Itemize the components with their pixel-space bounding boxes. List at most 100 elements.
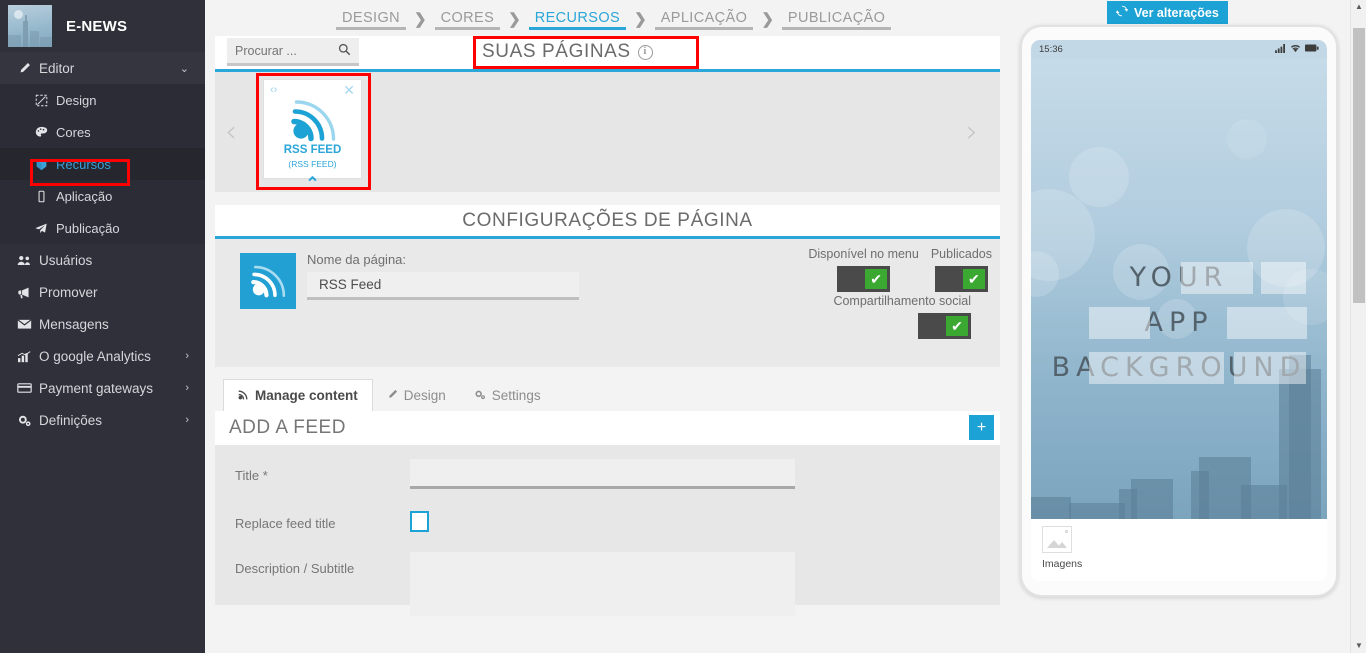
battery-icon (1305, 44, 1319, 55)
sidebar-item-cores[interactable]: Cores (0, 116, 205, 148)
config-panel: CONFIGURAÇÕES DE PÁGINA Nome da página: (215, 205, 1000, 367)
brand-name: E-NEWS (66, 17, 128, 35)
sidebar-item-label: O google Analytics (39, 348, 151, 364)
content-tabs: Manage content Design Settings (223, 379, 1010, 411)
magnifier-icon[interactable] (338, 43, 351, 59)
scrollbar-thumb[interactable] (1353, 28, 1365, 303)
tray-item-label: Imagens (1042, 558, 1083, 570)
title-input[interactable] (410, 459, 795, 489)
envelope-icon (13, 318, 35, 330)
tab-label: Design (403, 387, 446, 403)
breadcrumb: DESIGN ❯ CORES ❯ RECURSOS ❯ APLICAÇÃO ❯ … (205, 0, 1010, 36)
breadcrumb-separator: ❯ (508, 11, 521, 28)
mobile-icon (30, 190, 52, 203)
page-title: SUAS PÁGINAS (482, 41, 631, 62)
breadcrumb-item-aplicacao[interactable]: APLICAÇÃO (649, 8, 760, 32)
description-textarea[interactable] (410, 552, 795, 616)
add-feed-header: ADD A FEED + (215, 411, 1000, 445)
sidebar-item-design[interactable]: Design (0, 84, 205, 116)
chevron-up-icon[interactable]: ⌃ (264, 175, 361, 192)
toggle-available-in-menu[interactable]: ✔ (837, 266, 891, 292)
toggle-published[interactable]: ✔ (934, 266, 988, 292)
scroll-up-arrow[interactable]: ▲ (1355, 2, 1363, 11)
config-title: CONFIGURAÇÕES DE PÁGINA (215, 205, 1000, 239)
breadcrumb-item-publicacao[interactable]: PUBLICAÇÃO (776, 8, 897, 32)
form-row-replace-feed-title: Replace feed title (215, 507, 1000, 532)
sidebar-item-label: Aplicação (56, 188, 113, 204)
paper-plane-icon (30, 222, 52, 235)
app-background: YOUR APP BACKGROUND (1031, 59, 1327, 519)
code-icon[interactable]: ‹› (270, 84, 277, 96)
breadcrumb-item-design[interactable]: DESIGN (330, 8, 412, 32)
phone-frame: 15:36 YOUR APP BACKGROUND Imagens (1020, 25, 1338, 597)
sidebar-item-aplicacao[interactable]: Aplicação (0, 180, 205, 212)
pencil-icon (387, 388, 398, 403)
sidebar-item-recursos[interactable]: Recursos (0, 148, 205, 180)
pages-carousel: ‹ › ‹› ✕ RSS FEED (RSS FEED) ⌃ (215, 72, 1000, 192)
check-icon: ✔ (865, 269, 888, 289)
pages-panel-header: SUAS PÁGINAS i (215, 36, 1000, 72)
device-preview: Ver alterações 15:36 YOUR APP BACKGROUND… (1010, 0, 1350, 653)
breadcrumb-item-recursos[interactable]: RECURSOS (523, 8, 632, 32)
gears-icon (13, 414, 35, 427)
page-name-input[interactable] (307, 272, 579, 300)
toggle-social-sharing[interactable]: ✔ (918, 313, 971, 339)
tab-manage-content[interactable]: Manage content (223, 379, 373, 411)
brand[interactable]: E-NEWS (0, 0, 205, 52)
sidebar-item-label: Payment gateways (39, 380, 154, 396)
sidebar-item-payment-gateways[interactable]: Payment gateways › (0, 372, 205, 404)
pages-title-wrap: SUAS PÁGINAS i (473, 38, 662, 66)
breadcrumb-item-cores[interactable]: CORES (429, 8, 507, 32)
page-name-label: Nome da página: (307, 252, 407, 267)
search-input[interactable] (235, 43, 330, 58)
feature-card-label: RSS FEED (283, 144, 342, 156)
sidebar-item-label: Recursos (56, 156, 111, 172)
view-changes-label: Ver alterações (1134, 5, 1219, 20)
carousel-next-arrow[interactable]: › (966, 115, 978, 150)
feature-card-sublabel: (RSS FEED) (288, 159, 337, 169)
tab-label: Settings (491, 387, 541, 403)
app-root: E-NEWS Editor ⌄ Design Cores Recursos Ap… (0, 0, 1366, 653)
add-feed-button[interactable]: + (969, 415, 994, 440)
rss-feed-icon (264, 98, 361, 142)
toggle-group-social-sharing: Compartilhamento social ✔ (692, 294, 992, 339)
page-scrollbar[interactable]: ▲ ▼ (1350, 0, 1366, 653)
pages-panel: SUAS PÁGINAS i ‹ › ‹› ✕ (215, 36, 1000, 192)
wifi-icon (1290, 44, 1301, 56)
sidebar-item-google-analytics[interactable]: O google Analytics › (0, 340, 205, 372)
chevron-right-icon: › (185, 350, 189, 362)
add-feed-form: Title * Replace feed title Description /… (215, 445, 1000, 616)
sidebar-item-label: Definições (39, 412, 103, 428)
sidebar-item-usuarios[interactable]: Usuários (0, 244, 205, 276)
sidebar-item-publicacao[interactable]: Publicação (0, 212, 205, 244)
image-placeholder-icon[interactable] (1042, 526, 1072, 553)
tab-design[interactable]: Design (373, 379, 460, 411)
users-icon (13, 254, 35, 267)
sidebar-item-label: Design (56, 92, 97, 108)
toggle-label: Compartilhamento social (833, 294, 971, 308)
info-icon[interactable]: i (637, 44, 653, 60)
sidebar-subgroup-editor: Design Cores Recursos Aplicação Publicaç… (0, 84, 205, 244)
carousel-prev-arrow[interactable]: ‹ (225, 115, 237, 150)
sidebar-item-promover[interactable]: Promover (0, 276, 205, 308)
form-row-description: Description / Subtitle (215, 552, 1000, 616)
sidebar-item-editor[interactable]: Editor ⌄ (0, 52, 205, 84)
form-row-title: Title * (215, 459, 1000, 489)
tab-settings[interactable]: Settings (460, 379, 555, 411)
replace-feed-title-checkbox[interactable] (410, 511, 429, 532)
chevron-down-icon: ⌄ (179, 62, 189, 75)
config-body: Nome da página: Disponível no menu ✔ Pub… (215, 239, 1000, 367)
status-time: 15:36 (1039, 44, 1063, 55)
search-box[interactable] (227, 38, 359, 66)
toggle-area: Disponível no menu ✔ Publicados ✔ Compar… (692, 247, 992, 339)
tab-label: Manage content (255, 388, 358, 403)
view-changes-button[interactable]: Ver alterações (1107, 1, 1228, 24)
field-label-replace-feed-title: Replace feed title (235, 516, 336, 531)
sidebar-item-mensagens[interactable]: Mensagens (0, 308, 205, 340)
close-icon[interactable]: ✕ (343, 82, 355, 99)
sidebar-item-definicoes[interactable]: Definições › (0, 404, 205, 436)
feature-card-rss-feed[interactable]: ‹› ✕ RSS FEED (RSS FEED) ⌃ (263, 79, 362, 192)
phone-screen: 15:36 YOUR APP BACKGROUND Imagens (1031, 40, 1327, 581)
scroll-down-arrow[interactable]: ▼ (1355, 641, 1363, 650)
toggle-label: Publicados (930, 247, 992, 261)
